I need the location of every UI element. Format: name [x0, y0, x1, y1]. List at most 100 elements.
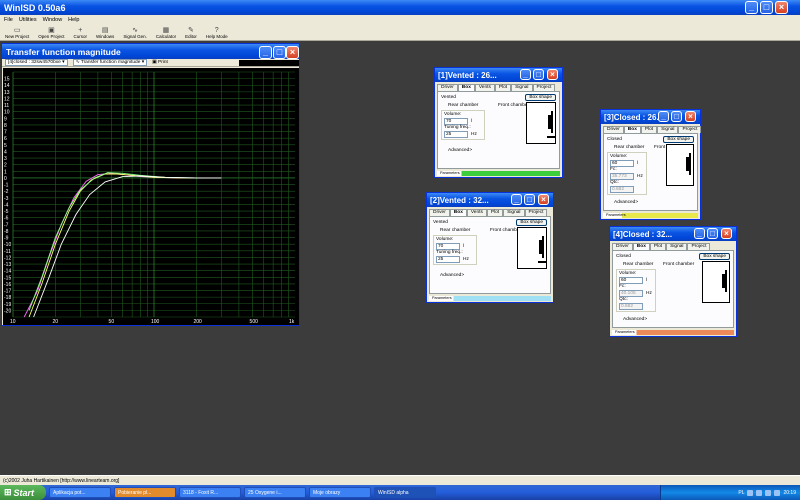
menu-file[interactable]: File	[4, 17, 13, 23]
box-shape-button[interactable]: Box shape	[699, 253, 730, 260]
volume-field[interactable]: 60	[610, 160, 634, 167]
tab-project[interactable]: Project	[524, 209, 548, 216]
advanced-button[interactable]: Advanced>	[448, 148, 472, 153]
tab-signal[interactable]: Signal	[503, 209, 525, 216]
tab-vents[interactable]: Vents	[474, 84, 495, 91]
driver-close-button[interactable]: ×	[685, 111, 696, 122]
driver-maximize-button[interactable]: □	[707, 228, 718, 239]
volume-field[interactable]: 70	[436, 243, 460, 250]
driver-close-button[interactable]: ×	[721, 228, 732, 239]
advanced-button[interactable]: Advanced>	[623, 317, 647, 322]
rear-chamber-label[interactable]: Rear chamber	[614, 145, 644, 150]
signal-gen-button[interactable]: ∿ Signal Gen.	[120, 27, 150, 40]
tuning-freq-field[interactable]: 25	[444, 131, 468, 138]
tab-box[interactable]: Box	[457, 84, 475, 91]
taskbar-button[interactable]: Aplikacja pot...	[49, 487, 111, 498]
tf-title-bar[interactable]: Transfer function magnitude _ □ ×	[2, 44, 299, 59]
new-project-button[interactable]: ▭ New Project	[2, 27, 32, 40]
tab-box[interactable]: Box	[449, 209, 467, 216]
tab-box[interactable]: Box	[623, 126, 641, 133]
tf-minimize-button[interactable]: _	[259, 46, 272, 59]
taskbar-button[interactable]: 3118 - Foxit R...	[179, 487, 241, 498]
driver-window-title-bar[interactable]: [1]Vented : 26... _ □ ×	[435, 68, 562, 82]
tab-plot[interactable]: Plot	[494, 84, 512, 91]
tab-driver[interactable]: Driver	[437, 84, 458, 91]
x-tick-label: 100	[151, 319, 160, 325]
box-shape-button[interactable]: Box shape	[525, 94, 556, 101]
open-project-button[interactable]: ▣ Open Project	[35, 27, 67, 40]
front-chamber-label[interactable]: Front chamber	[663, 262, 694, 267]
taskbar-button[interactable]: WinISD alpha	[374, 487, 436, 498]
tab-project[interactable]: Project	[687, 243, 711, 250]
volume-field[interactable]: 70	[444, 118, 468, 125]
tab-plot[interactable]: Plot	[640, 126, 658, 133]
rear-chamber-label[interactable]: Rear chamber	[623, 262, 653, 267]
task-list: Aplikacja pot... Pobieranie pl... 3118 - F…	[46, 487, 436, 498]
driver-close-button[interactable]: ×	[538, 194, 549, 205]
calculator-button[interactable]: ▦ Calculator	[153, 27, 179, 40]
tab-plot[interactable]: Plot	[649, 243, 667, 250]
rear-chamber-label[interactable]: Rear chamber	[440, 228, 470, 233]
tab-vents[interactable]: Vents	[466, 209, 487, 216]
taskbar-button[interactable]: 25 Oxygene i...	[244, 487, 306, 498]
driver-minimize-button[interactable]: _	[694, 228, 705, 239]
driver-window-title-bar[interactable]: [3]Closed : 26... _ □ ×	[601, 110, 700, 124]
update-icon[interactable]	[774, 489, 781, 496]
security-icon[interactable]	[765, 489, 772, 496]
y-tick-label: -2	[4, 189, 9, 195]
project-select[interactable]: [4]closed : 32sw4570bxe ▾	[5, 59, 68, 66]
advanced-button[interactable]: Advanced>	[614, 200, 638, 205]
cursor-button[interactable]: + Cursor	[71, 27, 91, 40]
driver-close-button[interactable]: ×	[547, 69, 558, 80]
graph-type-select[interactable]: ∿ Transfer function magnitude ▾	[72, 59, 148, 66]
y-tick-label: 11	[4, 103, 9, 109]
driver-window-title-bar[interactable]: [2]Vented : 32... _ □ ×	[427, 193, 553, 207]
tab-project[interactable]: Project	[532, 84, 556, 91]
tab-plot[interactable]: Plot	[486, 209, 504, 216]
tab-signal[interactable]: Signal	[511, 84, 533, 91]
volume-field[interactable]: 60	[619, 277, 643, 284]
maximize-button[interactable]: □	[760, 1, 773, 14]
driver-maximize-button[interactable]: □	[533, 69, 544, 80]
tuning-freq-field[interactable]: 25	[436, 256, 460, 263]
tab-project[interactable]: Project	[678, 126, 702, 133]
driver-maximize-button[interactable]: □	[524, 194, 535, 205]
taskbar-button[interactable]: Pobieranie pl...	[114, 487, 176, 498]
editor-button[interactable]: ✎ Editor	[182, 27, 200, 40]
close-button[interactable]: ×	[775, 1, 788, 14]
help-mode-button[interactable]: ? Help Mode	[203, 27, 231, 40]
menu-help[interactable]: Help	[68, 17, 79, 23]
start-button[interactable]: ⊞ Start	[0, 485, 46, 500]
driver-maximize-button[interactable]: □	[671, 111, 682, 122]
tab-box[interactable]: Box	[632, 243, 650, 250]
minimize-button[interactable]: _	[745, 1, 758, 14]
tab-signal[interactable]: Signal	[666, 243, 688, 250]
y-tick-label: -18	[4, 295, 11, 301]
menu-window[interactable]: Window	[43, 17, 63, 23]
windows-button[interactable]: ▤ Windows	[93, 27, 117, 40]
front-chamber-label[interactable]: Front chamber	[498, 103, 529, 108]
advanced-button[interactable]: Advanced>	[440, 273, 464, 278]
driver-minimize-button[interactable]: _	[658, 111, 669, 122]
language-indicator[interactable]: PL	[738, 490, 744, 496]
field-unit: Hz	[637, 174, 643, 179]
tf-close-button[interactable]: ×	[286, 46, 299, 59]
box-shape-button[interactable]: Box shape	[663, 136, 694, 143]
box-shape-button[interactable]: Box shape	[516, 219, 547, 226]
driver-minimize-button[interactable]: _	[511, 194, 522, 205]
menu-utilities[interactable]: Utilities	[19, 17, 37, 23]
tab-signal[interactable]: Signal	[657, 126, 679, 133]
rear-chamber-label[interactable]: Rear chamber	[448, 103, 478, 108]
network-icon[interactable]	[747, 489, 754, 496]
field-unit: Hz	[463, 257, 469, 262]
print-button[interactable]: ▣ Print	[152, 60, 168, 65]
driver-window-title-bar[interactable]: [4]Closed : 32... _ □ ×	[610, 227, 736, 241]
driver-minimize-button[interactable]: _	[520, 69, 531, 80]
volume-icon[interactable]	[756, 489, 763, 496]
tab-driver[interactable]: Driver	[429, 209, 450, 216]
taskbar-button[interactable]: Moje obrazy	[309, 487, 371, 498]
transfer-function-plot[interactable]: 1514131211109876543210-1-2-3-4-5-6-7-8-9…	[3, 68, 299, 325]
tab-driver[interactable]: Driver	[603, 126, 624, 133]
tf-maximize-button[interactable]: □	[273, 46, 286, 59]
tab-driver[interactable]: Driver	[612, 243, 633, 250]
